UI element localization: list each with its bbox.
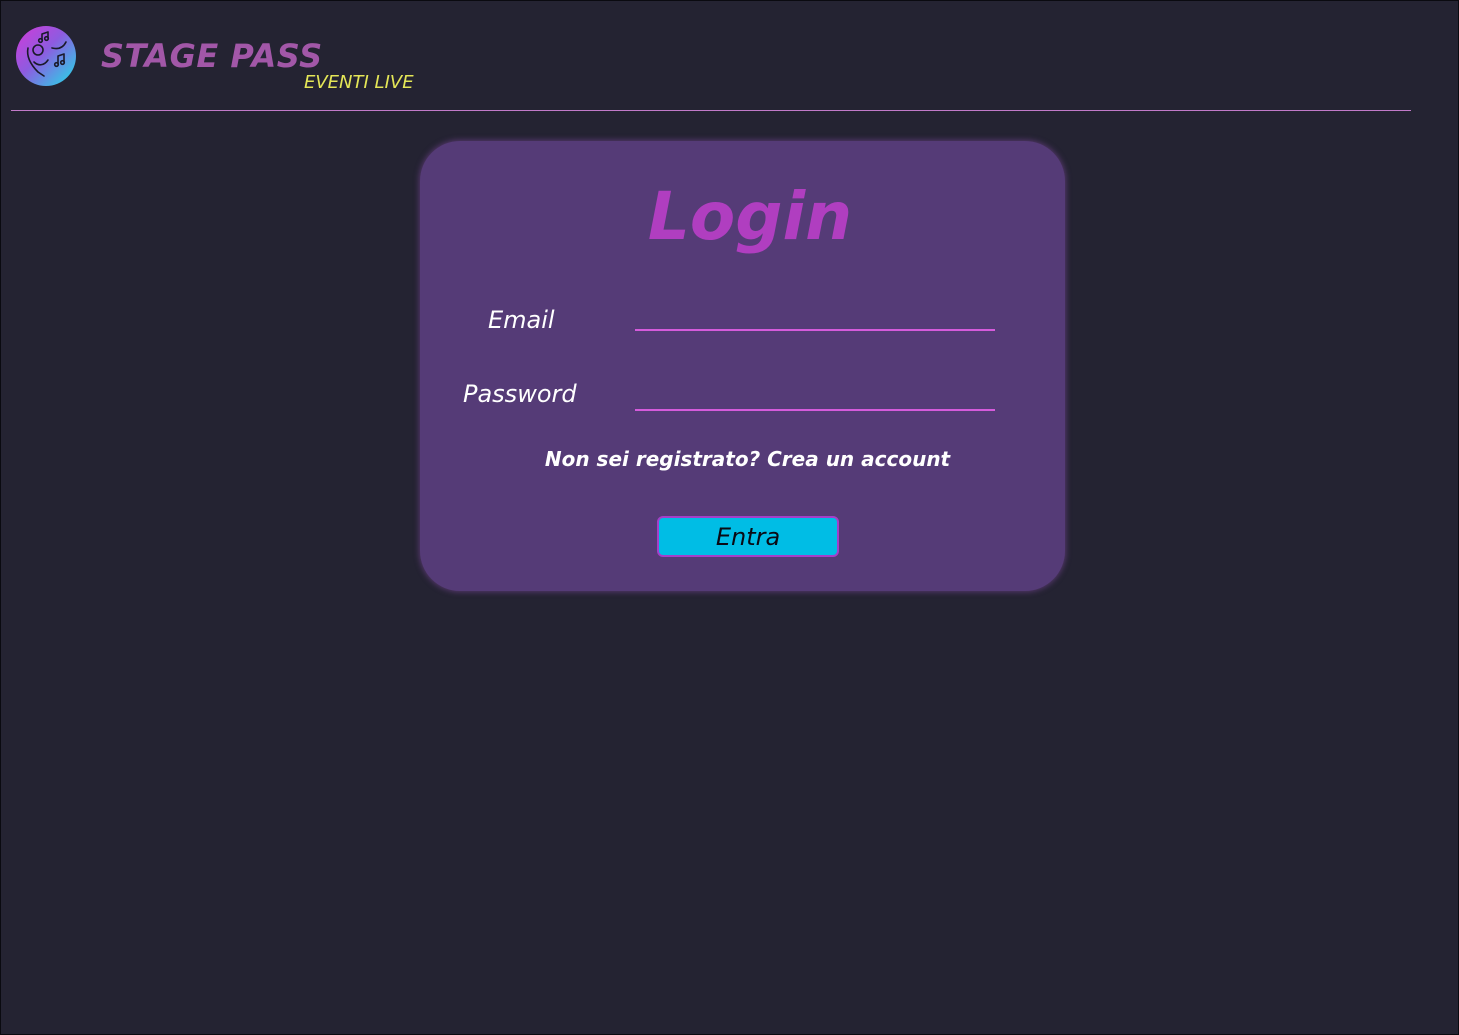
email-field[interactable] xyxy=(635,297,995,331)
brand-name[interactable]: STAGE PASS xyxy=(101,37,323,75)
register-link[interactable]: Non sei registrato? Crea un account xyxy=(420,447,1075,471)
brand-tagline: EVENTI LIVE xyxy=(304,72,414,93)
music-hand-icon[interactable] xyxy=(16,26,76,86)
site-header: STAGE PASS EVENTI LIVE xyxy=(1,1,1459,111)
email-label: Email xyxy=(488,306,555,334)
password-label: Password xyxy=(463,380,577,408)
login-card: Login Email Password Non sei registrato?… xyxy=(420,141,1065,591)
login-title: Login xyxy=(647,178,853,255)
password-field[interactable] xyxy=(635,377,995,411)
login-submit-button[interactable]: Entra xyxy=(657,516,839,557)
header-divider xyxy=(11,110,1411,111)
